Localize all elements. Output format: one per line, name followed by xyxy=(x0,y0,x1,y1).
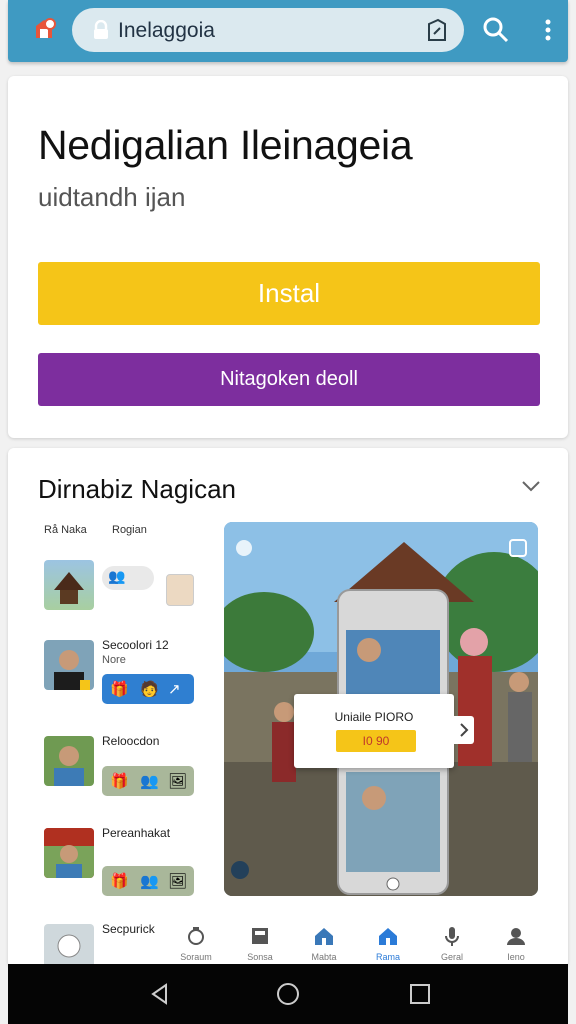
app-subtitle: uidtandh ijan xyxy=(38,182,186,212)
user-icon xyxy=(507,928,525,945)
gift-icon: 🎁 xyxy=(110,681,129,698)
popup-next-button[interactable] xyxy=(454,716,474,744)
gift-icon: 🎁 xyxy=(110,773,129,790)
app-logo-icon[interactable] xyxy=(30,14,62,46)
mic-icon xyxy=(445,927,459,946)
photo-popup[interactable]: Uniaile PIORO I0 90 xyxy=(294,694,454,768)
tab-label: Soraum xyxy=(180,952,212,962)
back-icon[interactable] xyxy=(146,980,174,1008)
gift-icon: 🎁 xyxy=(110,873,129,890)
home-icon xyxy=(379,928,397,945)
image-icon: 🖼 xyxy=(168,773,188,790)
more-vert-icon[interactable] xyxy=(534,14,562,46)
system-nav-bar xyxy=(8,964,568,1024)
avatar xyxy=(166,574,194,606)
list-header: Rogian xyxy=(112,524,147,536)
url-text[interactable]: Inelaggoia xyxy=(118,19,215,43)
profile-thumbnail xyxy=(44,640,94,690)
chevron-down-icon[interactable] xyxy=(520,478,542,494)
secondary-action-button[interactable]: Nitagoken deoll xyxy=(38,353,540,406)
install-button[interactable]: Instal xyxy=(38,262,540,325)
list-item-title: Pereanhakat xyxy=(102,826,171,840)
tab-mic[interactable]: Geral xyxy=(424,918,480,968)
camera-icon xyxy=(188,927,204,945)
recents-icon[interactable] xyxy=(406,980,434,1008)
list-item-title: Secoolori 12 xyxy=(102,638,169,652)
tab-camera[interactable]: Soraum xyxy=(168,918,224,968)
list-item[interactable]: Secoolori 12 Nore 🎁 🧑 ↗ xyxy=(44,638,200,710)
tab-store[interactable]: Sonsa xyxy=(232,918,288,968)
arrow-icon: ↗ xyxy=(168,681,181,698)
image-icon: 🖼 xyxy=(168,873,188,890)
popup-chip[interactable]: I0 90 xyxy=(336,730,416,752)
tab-label: Sonsa xyxy=(247,952,273,962)
tab-label: Rama xyxy=(375,952,400,962)
search-icon[interactable] xyxy=(480,14,512,46)
address-bar[interactable]: Inelaggoia xyxy=(72,8,464,52)
tab-user[interactable]: Ieno xyxy=(488,918,544,968)
tab-home-active[interactable]: Rama xyxy=(360,918,416,968)
tab-label: Ieno xyxy=(507,952,525,962)
people-icon: 👥 xyxy=(108,568,126,584)
tab-home[interactable]: Mabta xyxy=(296,918,352,968)
list-item[interactable]: 👥 xyxy=(44,560,200,630)
popup-title: Uniaile PIORO xyxy=(334,710,414,724)
avatar-icon: 🧑 xyxy=(140,681,159,698)
list-header: Rå Naka xyxy=(44,524,87,536)
action-bar[interactable]: 🎁 🧑 ↗ xyxy=(102,674,194,704)
app-title: Nedigalian Ileinageia xyxy=(38,122,413,168)
list-item-title: Reloocdon xyxy=(102,734,160,748)
lock-icon xyxy=(94,20,108,39)
section-title: Dirnabiz Nagican xyxy=(38,474,236,504)
tab-label: Geral xyxy=(440,952,463,962)
list-item[interactable]: Pereanhakat 🎁 👥 🖼 xyxy=(44,826,200,898)
app-header-card: Nedigalian Ileinageia uidtandh ijan Inst… xyxy=(8,76,568,438)
people-icon: 👥 xyxy=(140,873,159,890)
bottom-tab-bar: Soraum Sonsa Mabta Rama Geral Ieno xyxy=(168,918,558,968)
tab-label: Mabta xyxy=(311,952,337,962)
chip[interactable]: 👥 xyxy=(102,566,154,590)
browser-toolbar: Inelaggoia xyxy=(8,0,568,62)
chevron-right-icon xyxy=(460,723,469,737)
home-icon xyxy=(315,928,333,945)
list-item-title: Secpurick xyxy=(102,922,155,936)
list-item-subtitle: Nore xyxy=(102,654,126,666)
profile-thumbnail xyxy=(44,736,94,786)
action-bar[interactable]: 🎁 👥 🖼 xyxy=(102,866,194,896)
store-icon xyxy=(252,928,268,944)
page-info-icon[interactable] xyxy=(426,18,448,42)
temple-thumbnail xyxy=(44,560,94,610)
people-icon: 👥 xyxy=(140,773,159,790)
list-item[interactable]: Reloocdon 🎁 👥 🖼 xyxy=(44,734,200,806)
content-section-card: Dirnabiz Nagican Rå Naka Rogian 👥 Secool… xyxy=(8,448,568,968)
profile-thumbnail xyxy=(44,828,94,878)
action-bar[interactable]: 🎁 👥 🖼 xyxy=(102,766,194,796)
profile-thumbnail xyxy=(44,924,94,968)
home-circle-icon[interactable] xyxy=(274,980,302,1008)
